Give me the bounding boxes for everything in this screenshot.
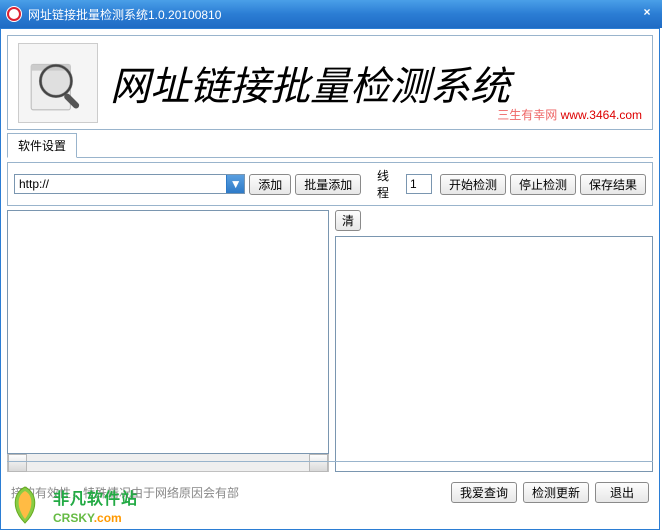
thread-label: 线程 (375, 167, 402, 201)
page-title: 网址链接批量检测系统 (110, 54, 510, 112)
clear-button[interactable]: 清 (335, 210, 361, 231)
footer-buttons: 我爱查询 检测更新 退出 (451, 482, 653, 503)
tab-strip: 软件设置 (7, 136, 653, 158)
app-frame: 网址链接批量检测系统 三生有幸网 www.3464.com 软件设置 ▼ 添加 … (0, 28, 660, 530)
url-input[interactable] (15, 175, 226, 193)
thread-input[interactable] (406, 174, 432, 194)
watermark-icon (3, 483, 47, 527)
stop-button[interactable]: 停止检测 (510, 174, 576, 195)
right-pane: 清 (335, 210, 653, 472)
app-icon (6, 6, 22, 22)
url-combobox[interactable]: ▼ (14, 174, 245, 194)
batch-add-button[interactable]: 批量添加 (295, 174, 361, 195)
watermark: 非凡软件站 CRSKY.com (3, 483, 138, 527)
left-pane (7, 210, 329, 472)
header-panel: 网址链接批量检测系统 三生有幸网 www.3464.com (7, 35, 653, 130)
check-update-button[interactable]: 检测更新 (523, 482, 589, 503)
watermark-cn: 非凡软件站 (53, 485, 138, 509)
main-area: 清 (7, 210, 653, 472)
logo-icon (18, 43, 98, 123)
watermark-en: CRSKY.com (53, 509, 138, 525)
toolbar: ▼ 添加 批量添加 线程 开始检测 停止检测 保存结果 (7, 162, 653, 206)
watermark-text: 非凡软件站 CRSKY.com (53, 485, 138, 525)
exit-button[interactable]: 退出 (595, 482, 649, 503)
start-button[interactable]: 开始检测 (440, 174, 506, 195)
add-button[interactable]: 添加 (249, 174, 291, 195)
url-list-textarea[interactable] (7, 210, 329, 454)
credit-link[interactable]: 三生有幸网 www.3464.com (497, 106, 642, 123)
window-title: 网址链接批量检测系统1.0.20100810 (28, 6, 221, 23)
chevron-down-icon[interactable]: ▼ (226, 175, 244, 193)
save-button[interactable]: 保存结果 (580, 174, 646, 195)
close-icon[interactable]: × (640, 6, 654, 20)
result-list[interactable] (335, 236, 653, 472)
query-button[interactable]: 我爱查询 (451, 482, 517, 503)
right-toolbar: 清 (335, 210, 653, 236)
tab-settings[interactable]: 软件设置 (7, 133, 77, 158)
credit-prefix: 三生有幸网 (497, 108, 560, 122)
credit-url: www.3464.com (561, 108, 642, 122)
titlebar: 网址链接批量检测系统1.0.20100810 × (0, 0, 662, 28)
